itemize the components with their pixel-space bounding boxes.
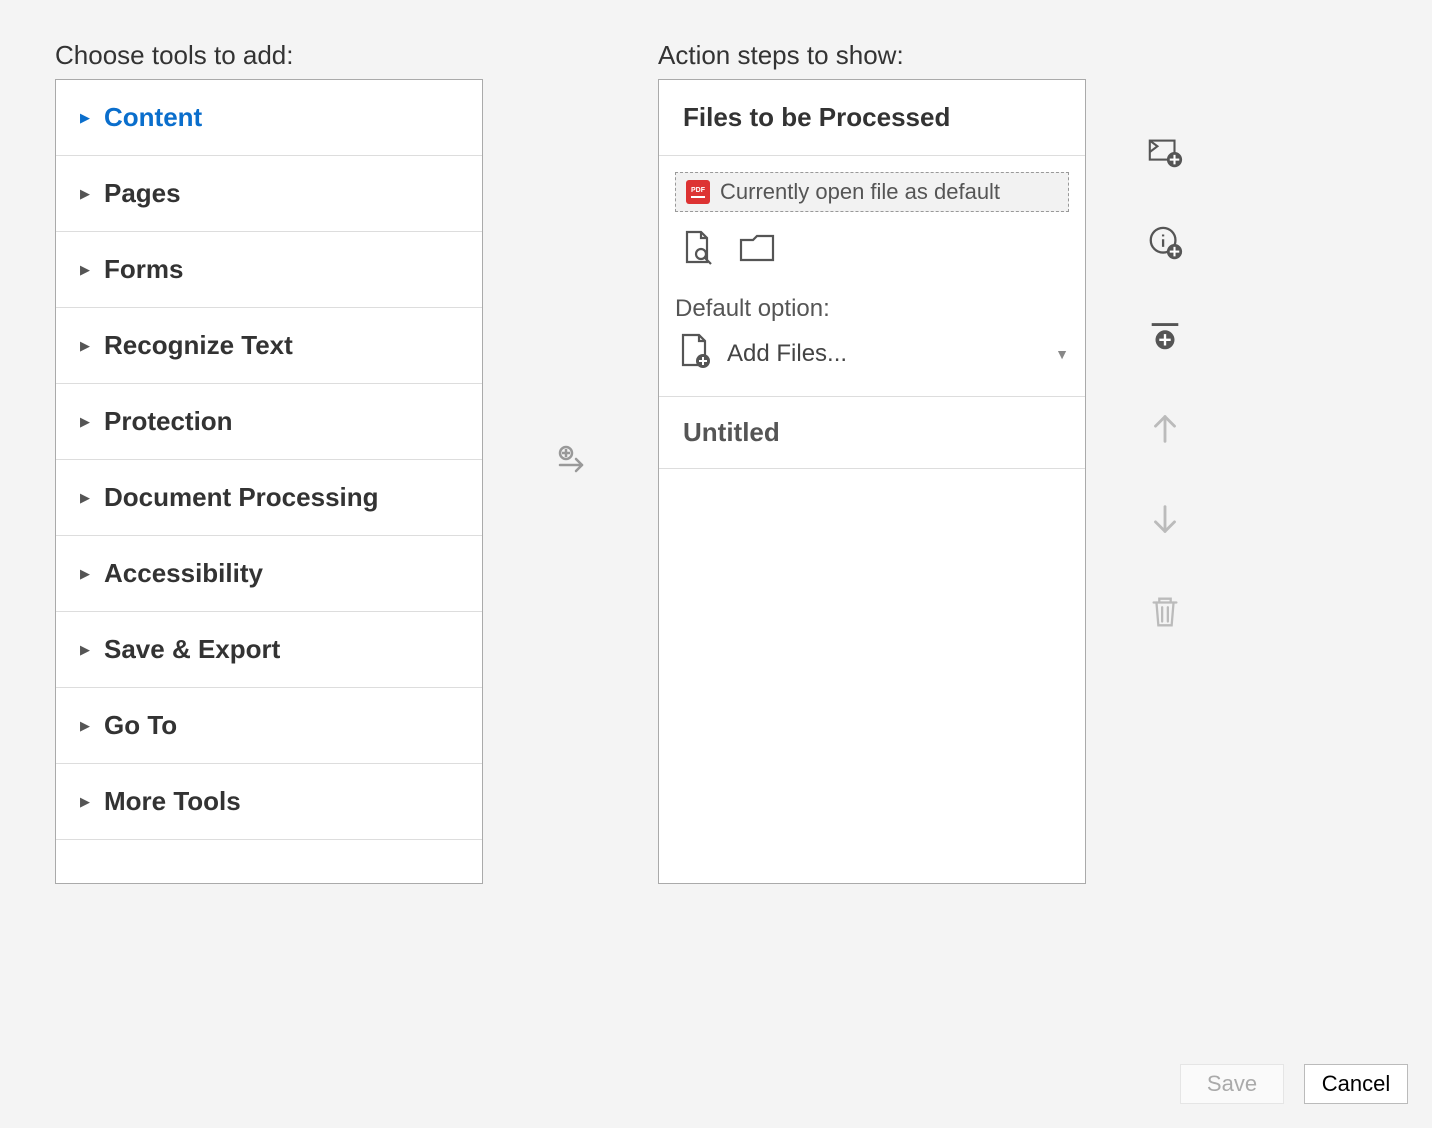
current-file-chip[interactable]: PDF Currently open file as default bbox=[675, 172, 1069, 212]
delete-button[interactable] bbox=[1143, 590, 1187, 634]
move-down-button[interactable] bbox=[1143, 498, 1187, 542]
choose-tools-heading: Choose tools to add: bbox=[55, 40, 483, 71]
category-label: Forms bbox=[104, 254, 183, 285]
category-label: Recognize Text bbox=[104, 330, 293, 361]
browse-folder-icon[interactable] bbox=[737, 228, 777, 273]
category-accessibility[interactable]: ▶ Accessibility bbox=[56, 536, 482, 612]
chevron-right-icon: ▶ bbox=[80, 794, 92, 810]
files-to-process-header: Files to be Processed bbox=[659, 80, 1085, 156]
cancel-button[interactable]: Cancel bbox=[1304, 1064, 1408, 1104]
chevron-right-icon: ▶ bbox=[80, 186, 92, 202]
add-divider-button[interactable] bbox=[1143, 314, 1187, 358]
chevron-right-icon: ▶ bbox=[80, 338, 92, 354]
category-label: More Tools bbox=[104, 786, 241, 817]
default-option-value: Add Files... bbox=[727, 340, 1043, 368]
chevron-right-icon: ▶ bbox=[80, 262, 92, 278]
category-label: Document Processing bbox=[104, 482, 379, 513]
save-button[interactable]: Save bbox=[1180, 1064, 1284, 1104]
current-file-chip-label: Currently open file as default bbox=[720, 179, 1000, 205]
chevron-right-icon: ▶ bbox=[80, 718, 92, 734]
category-pages[interactable]: ▶ Pages bbox=[56, 156, 482, 232]
chevron-right-icon: ▶ bbox=[80, 566, 92, 582]
category-label: Protection bbox=[104, 406, 233, 437]
category-label: Accessibility bbox=[104, 558, 263, 589]
category-label: Save & Export bbox=[104, 634, 280, 665]
pdf-icon: PDF bbox=[686, 180, 710, 204]
chevron-right-icon: ▶ bbox=[80, 642, 92, 658]
add-panel-button[interactable] bbox=[1143, 130, 1187, 174]
category-label: Content bbox=[104, 102, 202, 133]
dropdown-arrow-icon: ▼ bbox=[1055, 346, 1069, 362]
add-file-icon bbox=[675, 331, 715, 376]
category-more-tools[interactable]: ▶ More Tools bbox=[56, 764, 482, 840]
category-document-processing[interactable]: ▶ Document Processing bbox=[56, 460, 482, 536]
action-steps-panel: Files to be Processed PDF Currently open… bbox=[658, 79, 1086, 884]
chevron-right-icon: ▶ bbox=[80, 110, 92, 126]
action-name-header[interactable]: Untitled bbox=[659, 397, 1085, 469]
category-protection[interactable]: ▶ Protection bbox=[56, 384, 482, 460]
default-option-label: Default option: bbox=[675, 295, 1069, 323]
tool-categories-panel: ▶ Content ▶ Pages ▶ Forms ▶ Recognize Te… bbox=[55, 79, 483, 884]
category-label: Go To bbox=[104, 710, 177, 741]
browse-file-icon[interactable] bbox=[677, 228, 717, 273]
add-to-right-icon[interactable] bbox=[554, 443, 588, 482]
category-forms[interactable]: ▶ Forms bbox=[56, 232, 482, 308]
category-content[interactable]: ▶ Content bbox=[56, 80, 482, 156]
add-instruction-button[interactable] bbox=[1143, 222, 1187, 266]
action-steps-heading: Action steps to show: bbox=[658, 40, 1086, 71]
chevron-right-icon: ▶ bbox=[80, 414, 92, 430]
category-recognize-text[interactable]: ▶ Recognize Text bbox=[56, 308, 482, 384]
category-save-export[interactable]: ▶ Save & Export bbox=[56, 612, 482, 688]
chevron-right-icon: ▶ bbox=[80, 490, 92, 506]
category-go-to[interactable]: ▶ Go To bbox=[56, 688, 482, 764]
default-option-dropdown[interactable]: Add Files... ▼ bbox=[675, 331, 1069, 376]
category-label: Pages bbox=[104, 178, 181, 209]
move-up-button[interactable] bbox=[1143, 406, 1187, 450]
